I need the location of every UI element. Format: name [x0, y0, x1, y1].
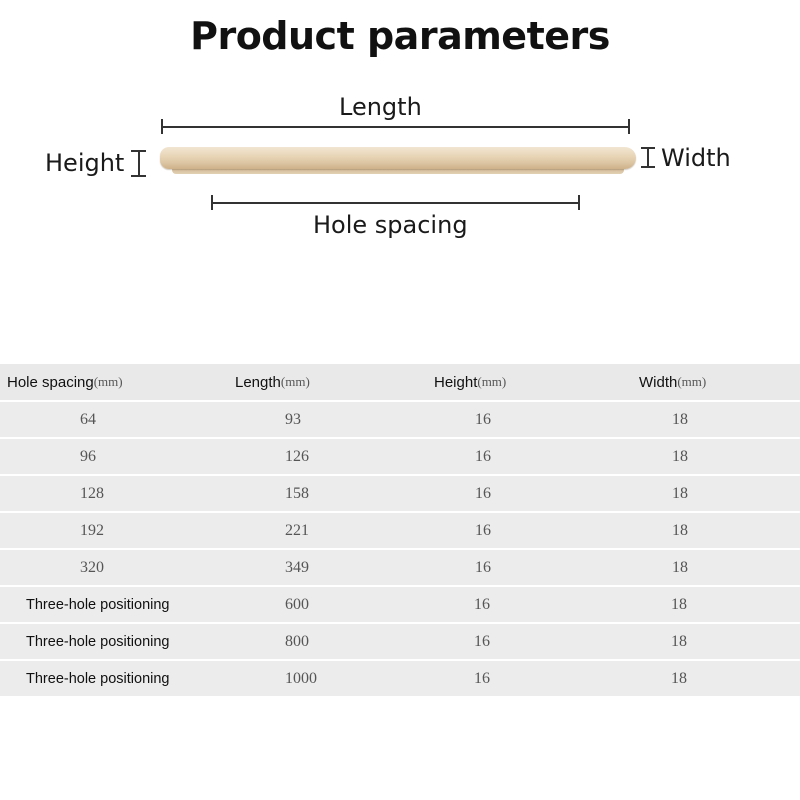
height-marker-top: [131, 150, 146, 152]
length-tick-left: [161, 119, 163, 134]
width-label: Width: [661, 144, 731, 172]
length-cell: 93: [285, 410, 301, 428]
length-cell: 221: [285, 521, 309, 539]
height-cell: 16: [475, 410, 491, 428]
hole-spacing-cell: 128: [80, 484, 104, 502]
hole-spacing-cell: 64: [80, 410, 96, 428]
height-cell: 16: [474, 632, 490, 650]
length-cell: 1000: [285, 669, 317, 687]
hole-spacing-cell: 320: [80, 558, 104, 576]
length-cell: 600: [285, 595, 309, 613]
width-cell: 18: [671, 595, 687, 613]
header-width: Width (mm): [639, 373, 707, 391]
table-row: 192 221 16 18: [0, 513, 800, 550]
handle-bar-image: [160, 147, 636, 169]
hole-spacing-cell: 192: [80, 521, 104, 539]
hole-spacing-tick-right: [578, 195, 580, 210]
height-cell: 16: [475, 447, 491, 465]
hole-spacing-cell: Three-hole positioning: [26, 596, 170, 613]
table-row: 128 158 16 18: [0, 476, 800, 513]
width-marker: [647, 147, 649, 167]
header-length: Length (mm): [235, 373, 310, 391]
width-cell: 18: [671, 632, 687, 650]
length-dimension-line: [162, 126, 630, 128]
table-row: 96 126 16 18: [0, 439, 800, 476]
height-cell: 16: [475, 521, 491, 539]
height-marker: [138, 150, 140, 176]
hole-spacing-cell: 96: [80, 447, 96, 465]
table-row: Three-hole positioning 1000 16 18: [0, 661, 800, 698]
hole-spacing-cell: Three-hole positioning: [26, 633, 170, 650]
handle-dimension-diagram: Length Height Width Hole spacing: [0, 0, 800, 260]
width-cell: 18: [672, 410, 688, 428]
length-cell: 158: [285, 484, 309, 502]
table-header-row: Hole spacing (mm) Length (mm) Height (mm)…: [0, 364, 800, 402]
width-marker-top: [641, 147, 655, 149]
length-cell: 126: [285, 447, 309, 465]
width-cell: 18: [672, 558, 688, 576]
hole-spacing-cell: Three-hole positioning: [26, 670, 170, 687]
height-cell: 16: [475, 484, 491, 502]
width-cell: 18: [672, 521, 688, 539]
table-row: Three-hole positioning 600 16 18: [0, 587, 800, 624]
header-height: Height (mm): [434, 373, 507, 391]
hole-spacing-tick-left: [211, 195, 213, 210]
length-label: Length: [339, 93, 422, 121]
length-cell: 800: [285, 632, 309, 650]
height-cell: 16: [474, 595, 490, 613]
header-hole-spacing: Hole spacing (mm): [7, 373, 123, 391]
table-row: 320 349 16 18: [0, 550, 800, 587]
table-row: Three-hole positioning 800 16 18: [0, 624, 800, 661]
height-cell: 16: [475, 558, 491, 576]
parameters-table: Hole spacing (mm) Length (mm) Height (mm)…: [0, 364, 800, 698]
width-cell: 18: [672, 484, 688, 502]
height-marker-bottom: [131, 175, 146, 177]
length-tick-right: [628, 119, 630, 134]
height-label: Height: [45, 149, 125, 177]
width-cell: 18: [672, 447, 688, 465]
height-cell: 16: [474, 669, 490, 687]
length-cell: 349: [285, 558, 309, 576]
table-row: 64 93 16 18: [0, 402, 800, 439]
hole-spacing-label: Hole spacing: [313, 211, 468, 239]
hole-spacing-dimension-line: [212, 202, 579, 204]
width-marker-bottom: [641, 166, 655, 168]
width-cell: 18: [671, 669, 687, 687]
